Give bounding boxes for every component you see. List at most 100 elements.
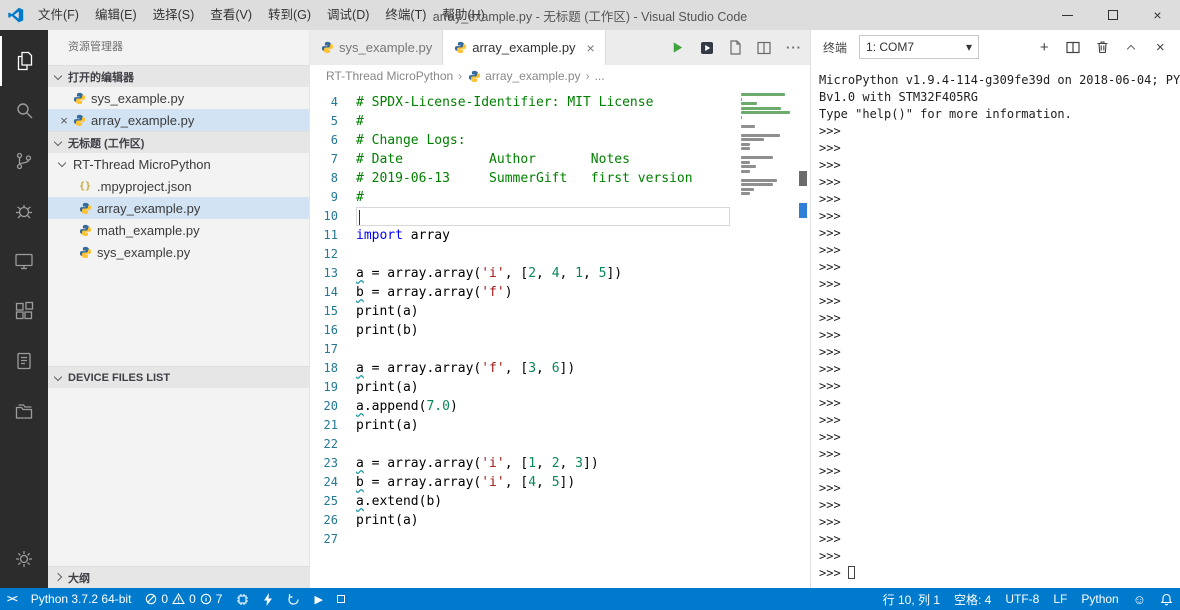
- activity-notebook[interactable]: [0, 336, 48, 386]
- maximize-panel-button[interactable]: [1123, 39, 1139, 55]
- line-number[interactable]: 26: [310, 511, 356, 530]
- language-mode[interactable]: Python: [1074, 588, 1125, 610]
- menu-g[interactable]: 转到(G): [260, 0, 319, 30]
- line-number[interactable]: 6: [310, 131, 356, 150]
- run-program-button[interactable]: ▶: [307, 588, 329, 610]
- indentation[interactable]: 空格: 4: [947, 588, 998, 610]
- line-number[interactable]: 15: [310, 302, 356, 321]
- kill-terminal-button[interactable]: [1094, 39, 1110, 55]
- code-line-26[interactable]: 26 print(a): [310, 511, 810, 530]
- show-source-button[interactable]: [729, 40, 742, 55]
- code-line-5[interactable]: 5 #: [310, 112, 810, 131]
- code-line-18[interactable]: 18 a = array.array('f', [3, 6]): [310, 359, 810, 378]
- problems-indicator[interactable]: 0 0 7: [138, 588, 229, 610]
- menu-d[interactable]: 调试(D): [319, 0, 377, 30]
- split-editor-button[interactable]: [757, 41, 771, 55]
- line-number[interactable]: 24: [310, 473, 356, 492]
- minimap[interactable]: [741, 93, 796, 201]
- code-line-22[interactable]: 22: [310, 435, 810, 454]
- code-line-9[interactable]: 9 #: [310, 188, 810, 207]
- remote-indicator[interactable]: ><: [0, 588, 24, 610]
- close-button[interactable]: ×: [1135, 0, 1180, 30]
- code-line-4[interactable]: 4 # SPDX-License-Identifier: MIT License: [310, 93, 810, 112]
- code-line-15[interactable]: 15 print(a): [310, 302, 810, 321]
- breadcrumb-item-item[interactable]: ...: [595, 69, 605, 83]
- more-actions-button[interactable]: ···: [786, 40, 802, 55]
- line-number[interactable]: 19: [310, 378, 356, 397]
- board-button[interactable]: [229, 588, 256, 610]
- line-number[interactable]: 25: [310, 492, 356, 511]
- minimize-button[interactable]: [1045, 0, 1090, 30]
- line-number[interactable]: 17: [310, 340, 356, 359]
- code-line-13[interactable]: 13 a = array.array('i', [2, 4, 1, 5]): [310, 264, 810, 283]
- run-button[interactable]: [670, 40, 685, 55]
- tab-sys-example-py[interactable]: sys_example.py: [310, 30, 444, 65]
- code-line-27[interactable]: 27: [310, 530, 810, 549]
- activity-debug[interactable]: [0, 186, 48, 236]
- tree-item-mpyproject-json[interactable]: {} .mpyproject.json: [48, 175, 309, 197]
- breadcrumb-item-array-example-py[interactable]: array_example.py: [467, 69, 581, 83]
- line-number[interactable]: 10: [310, 207, 356, 226]
- tree-item-math-example-py[interactable]: math_example.py: [48, 219, 309, 241]
- line-number[interactable]: 27: [310, 530, 356, 549]
- cursor-position[interactable]: 行 10, 列 1: [876, 588, 947, 610]
- line-number[interactable]: 18: [310, 359, 356, 378]
- new-terminal-button[interactable]: +: [1036, 39, 1052, 56]
- line-number[interactable]: 5: [310, 112, 356, 131]
- line-number[interactable]: 4: [310, 93, 356, 112]
- python-interpreter[interactable]: Python 3.7.2 64-bit: [24, 588, 139, 610]
- activity-search[interactable]: [0, 86, 48, 136]
- close-panel-button[interactable]: ×: [1152, 39, 1168, 56]
- open-editor-item-array-example-py[interactable]: × array_example.py: [48, 109, 309, 131]
- line-number[interactable]: 14: [310, 283, 356, 302]
- terminal-output[interactable]: MicroPython v1.9.4-114-g309fe39d on 2018…: [811, 64, 1180, 588]
- line-number[interactable]: 23: [310, 454, 356, 473]
- eol-sequence[interactable]: LF: [1046, 588, 1074, 610]
- tree-item-sys-example-py[interactable]: sys_example.py: [48, 241, 309, 263]
- line-number[interactable]: 22: [310, 435, 356, 454]
- line-number[interactable]: 13: [310, 264, 356, 283]
- close-icon[interactable]: ×: [587, 40, 595, 56]
- code-editor[interactable]: 4 # SPDX-License-Identifier: MIT License 5…: [310, 87, 810, 588]
- code-line-23[interactable]: 23 a = array.array('i', [1, 2, 3]): [310, 454, 810, 473]
- code-line-16[interactable]: 16 print(b): [310, 321, 810, 340]
- code-line-6[interactable]: 6 # Change Logs:: [310, 131, 810, 150]
- manage-button[interactable]: [0, 534, 48, 584]
- activity-source-control[interactable]: [0, 136, 48, 186]
- open-editor-item-sys-example-py[interactable]: sys_example.py: [48, 87, 309, 109]
- menu-v[interactable]: 查看(V): [202, 0, 260, 30]
- code-line-20[interactable]: 20 a.append(7.0): [310, 397, 810, 416]
- line-number[interactable]: 20: [310, 397, 356, 416]
- section-open-editors[interactable]: 打开的编辑器: [48, 65, 309, 87]
- section-workspace[interactable]: 无标题 (工作区): [48, 131, 309, 153]
- tree-item-array-example-py[interactable]: array_example.py: [48, 197, 309, 219]
- code-line-8[interactable]: 8 # 2019-06-13 SummerGift first version: [310, 169, 810, 188]
- line-number[interactable]: 8: [310, 169, 356, 188]
- tree-item-rt-thread-micropython[interactable]: RT-Thread MicroPython: [48, 153, 309, 175]
- line-number[interactable]: 16: [310, 321, 356, 340]
- code-line-19[interactable]: 19 print(a): [310, 378, 810, 397]
- line-number[interactable]: 7: [310, 150, 356, 169]
- code-line-11[interactable]: 11 import array: [310, 226, 810, 245]
- activity-explorer[interactable]: [0, 36, 48, 86]
- flash-download-button[interactable]: [256, 588, 280, 610]
- stop-program-button[interactable]: [330, 588, 352, 610]
- code-line-17[interactable]: 17: [310, 340, 810, 359]
- close-icon[interactable]: ×: [56, 113, 72, 128]
- line-number[interactable]: 21: [310, 416, 356, 435]
- activity-remote-device[interactable]: [0, 236, 48, 286]
- tab-array-example-py[interactable]: array_example.py ×: [443, 30, 606, 65]
- code-line-10[interactable]: 10: [310, 207, 810, 226]
- code-line-25[interactable]: 25 a.extend(b): [310, 492, 810, 511]
- code-line-7[interactable]: 7 # Date Author Notes: [310, 150, 810, 169]
- menu-f[interactable]: 文件(F): [30, 0, 87, 30]
- activity-extensions[interactable]: [0, 286, 48, 336]
- split-terminal-button[interactable]: [1065, 39, 1081, 55]
- activity-folders[interactable]: [0, 386, 48, 436]
- encoding[interactable]: UTF-8: [998, 588, 1046, 610]
- section-outline[interactable]: 大纲: [48, 566, 309, 588]
- code-line-12[interactable]: 12: [310, 245, 810, 264]
- menu-e[interactable]: 编辑(E): [87, 0, 145, 30]
- menu-s[interactable]: 选择(S): [145, 0, 203, 30]
- menu-bar[interactable]: 文件(F) 编辑(E) 选择(S) 查看(V) 转到(G) 调试(D) 终端(T) 帮助(H): [30, 0, 493, 30]
